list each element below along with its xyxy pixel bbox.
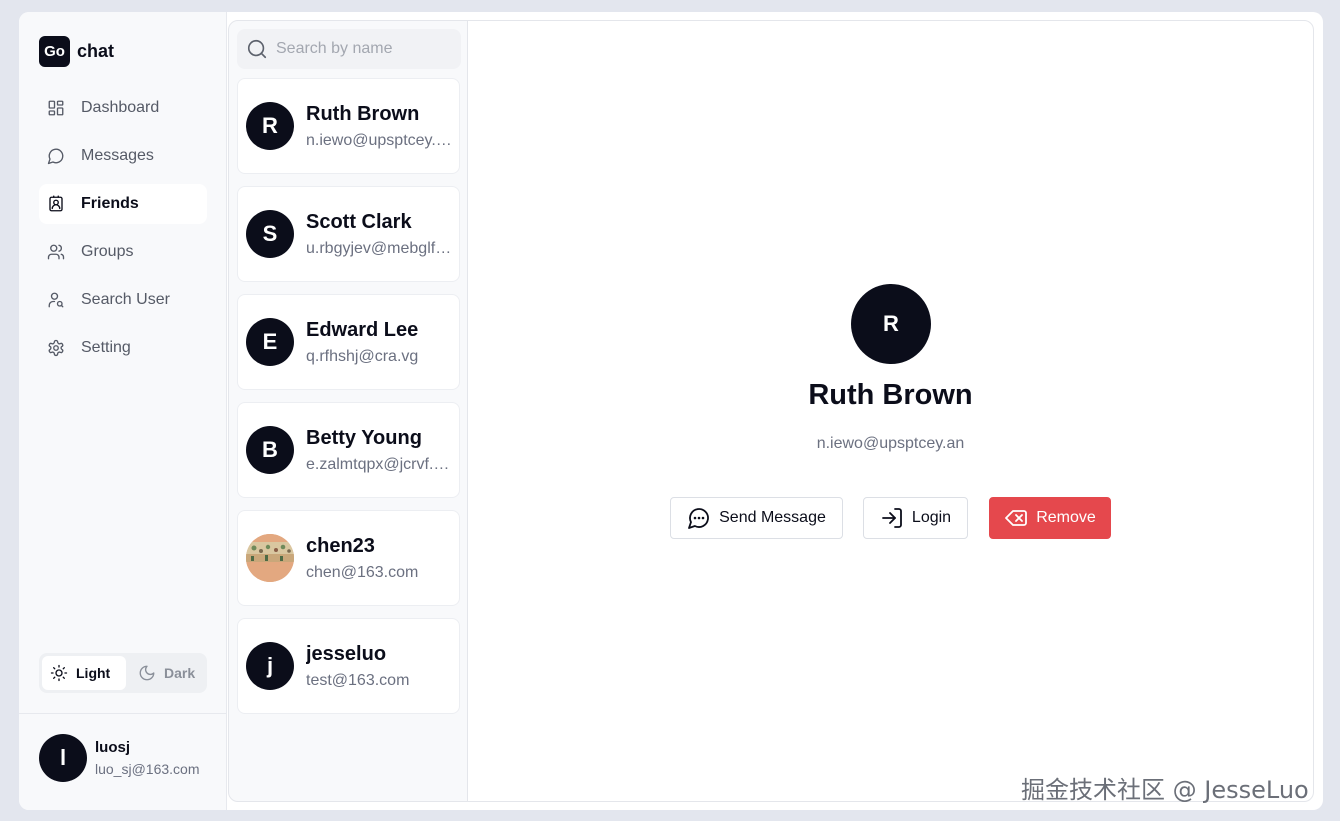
sidebar-item-label: Setting [81, 339, 131, 356]
avatar: E [246, 318, 294, 366]
sidebar-item-messages[interactable]: Messages [39, 136, 207, 176]
sidebar-item-label: Friends [81, 195, 139, 212]
sidebar-item-search-user[interactable]: Search User [39, 280, 207, 320]
friend-info: Ruth Brown n.iewo@upsptcey.an [306, 103, 452, 150]
friend-card[interactable]: E Edward Lee q.rfhshj@cra.vg [237, 294, 460, 390]
delete-icon [1005, 510, 1028, 526]
login-button[interactable]: Login [863, 497, 968, 539]
sidebar-item-label: Messages [81, 147, 154, 164]
search-icon [247, 39, 267, 59]
login-icon [882, 508, 902, 528]
avatar: S [246, 210, 294, 258]
sidebar-item-setting[interactable]: Setting [39, 328, 207, 368]
brand[interactable]: Go chat [39, 36, 114, 67]
avatar-photo [246, 534, 294, 582]
user-search-icon [48, 292, 64, 308]
gear-icon [48, 339, 64, 357]
theme-dark-label: Dark [164, 665, 196, 681]
brand-name: chat [77, 41, 115, 61]
friend-info: Edward Lee q.rfhshj@cra.vg [306, 319, 452, 366]
avatar-photo-image [246, 534, 294, 582]
avatar: R [851, 284, 931, 364]
friend-info: Scott Clark u.rbgyjev@mebglfqpc.com [306, 211, 452, 258]
friend-email: u.rbgyjev@mebglfqpc.com [306, 239, 452, 257]
avatar: l [39, 734, 87, 782]
avatar: R [246, 102, 294, 150]
friend-name: Betty Young [306, 426, 422, 449]
friend-info: chen23 chen@163.com [306, 535, 452, 582]
remove-label: Remove [1036, 509, 1096, 526]
login-label: Login [911, 509, 952, 526]
friend-detail-email: n.iewo@upsptcey.an [816, 435, 965, 452]
sidebar-divider [19, 713, 227, 714]
friend-info: Betty Young e.zalmtqpx@jcrvf.com [306, 427, 452, 474]
friend-email: chen@163.com [306, 563, 419, 581]
friend-card[interactable]: B Betty Young e.zalmtqpx@jcrvf.com [237, 402, 460, 498]
sidebar-item-friends[interactable]: Friends [39, 184, 207, 224]
friend-name: Edward Lee [306, 318, 419, 341]
dashboard-icon [48, 100, 64, 116]
friend-email: n.iewo@upsptcey.an [306, 131, 452, 149]
current-user-name: luosj [95, 739, 131, 756]
sidebar: Go chat Dashboard Messages Friends Group… [19, 12, 227, 810]
current-user-email: luo_sj@163.com [95, 761, 200, 777]
remove-button[interactable]: Remove [989, 497, 1111, 539]
friend-detail-name: Ruth Brown [808, 379, 973, 411]
contact-icon [49, 195, 63, 212]
search-box [237, 29, 461, 69]
app-window: Go chat Dashboard Messages Friends Group… [19, 12, 1323, 810]
friend-email: q.rfhshj@cra.vg [306, 347, 419, 365]
message-icon [688, 508, 709, 529]
friend-card[interactable]: S Scott Clark u.rbgyjev@mebglfqpc.com [237, 186, 460, 282]
moon-icon [139, 665, 155, 681]
sidebar-nav: Dashboard Messages Friends Groups Search… [39, 88, 207, 376]
friend-email: test@163.com [306, 671, 410, 689]
sidebar-item-label: Dashboard [81, 99, 160, 116]
friend-detail: R Ruth Brown n.iewo@upsptcey.an Send Mes… [467, 20, 1314, 802]
friend-card[interactable]: j jesseluo test@163.com [237, 618, 460, 714]
friends-panel: R Ruth Brown n.iewo@upsptcey.an S Scott … [228, 20, 468, 802]
current-user-info: luosj luo_sj@163.com [95, 739, 200, 777]
sun-icon [50, 664, 68, 682]
friend-info: jesseluo test@163.com [306, 643, 452, 690]
search-input[interactable] [276, 40, 456, 58]
current-user[interactable]: l luosj luo_sj@163.com [39, 734, 200, 782]
friend-name: Scott Clark [306, 210, 412, 233]
avatar: j [246, 642, 294, 690]
theme-switch: Light Dark [39, 653, 207, 693]
friend-card[interactable]: R Ruth Brown n.iewo@upsptcey.an [237, 78, 460, 174]
brand-logo: Go [39, 36, 70, 67]
send-message-button[interactable]: Send Message [670, 497, 843, 539]
friend-card[interactable]: chen23 chen@163.com [237, 510, 460, 606]
send-message-label: Send Message [719, 509, 826, 526]
friend-name: jesseluo [306, 642, 387, 665]
theme-light-label: Light [76, 665, 111, 681]
friend-name: Ruth Brown [306, 102, 420, 125]
sidebar-item-groups[interactable]: Groups [39, 232, 207, 272]
friend-list: R Ruth Brown n.iewo@upsptcey.an S Scott … [237, 78, 460, 726]
avatar: B [246, 426, 294, 474]
watermark: 掘金技术社区 @ JesseLuo [1021, 776, 1309, 804]
sidebar-item-label: Groups [81, 243, 134, 260]
friend-email: e.zalmtqpx@jcrvf.com [306, 455, 452, 473]
users-icon [47, 244, 65, 260]
message-icon [47, 148, 64, 165]
theme-dark-button[interactable]: Dark [130, 656, 203, 690]
friend-name: chen23 [306, 534, 375, 557]
theme-light-button[interactable]: Light [42, 656, 126, 690]
sidebar-item-label: Search User [81, 291, 170, 308]
sidebar-item-dashboard[interactable]: Dashboard [39, 88, 207, 128]
